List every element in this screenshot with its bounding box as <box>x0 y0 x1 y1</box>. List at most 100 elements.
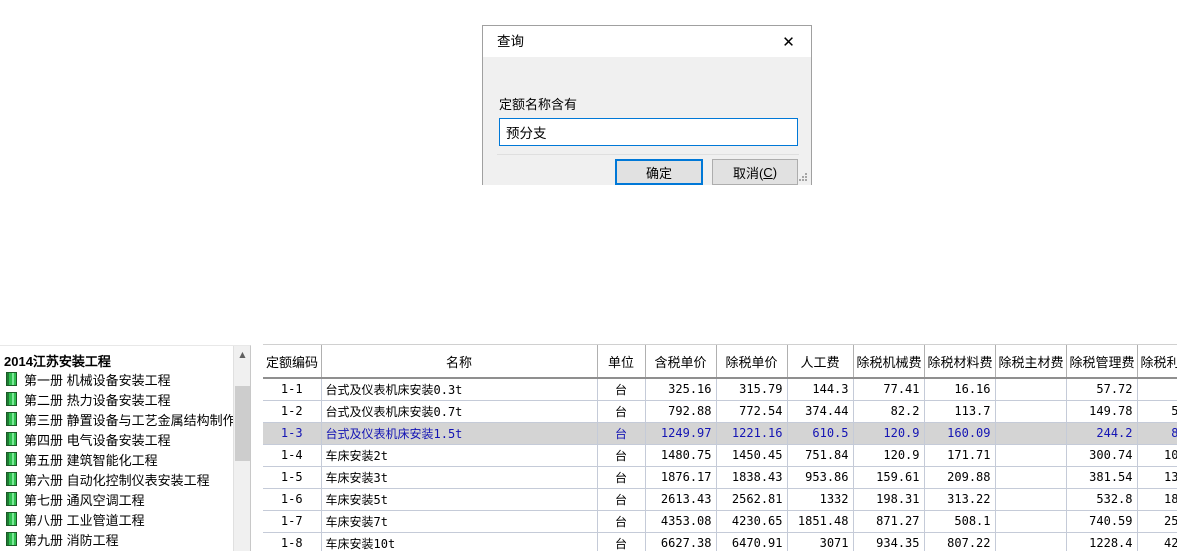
close-icon[interactable]: ✕ <box>766 26 811 57</box>
tree-item-list: 第一册 机械设备安装工程第二册 热力设备安装工程 第三册 静置设备与工艺金属结构制… <box>0 369 250 549</box>
column-header[interactable]: 人工费 <box>787 345 854 379</box>
tree-item-label: 第四册 电气设备安装工程 <box>24 432 171 448</box>
table-cell: 台 <box>597 444 646 467</box>
confirm-button[interactable]: 确定 <box>615 159 703 185</box>
book-icon <box>6 372 17 386</box>
table-cell: 台 <box>597 510 646 533</box>
table-cell: 台 <box>597 532 646 551</box>
tree-item[interactable]: 第六册 自动化控制仪表安装工程 <box>0 469 250 489</box>
column-header[interactable]: 除税单价 <box>716 345 788 379</box>
quota-name-input[interactable] <box>499 118 798 146</box>
dialog-footer: 确定 取消(C) <box>483 155 811 185</box>
resize-grip-icon[interactable] <box>797 171 809 183</box>
table-row[interactable]: 1-6 车床安装5t 台 2613.43 2562.81 1332 198.31 313.22… <box>263 488 1177 511</box>
table-cell: 1876.17 <box>645 466 717 489</box>
table-cell: 313.22 <box>924 488 996 511</box>
book-icon <box>6 452 17 466</box>
table-cell: 车床安装3t <box>321 466 598 489</box>
table-cell: 740.59 <box>1066 510 1138 533</box>
column-header[interactable]: 除税利 <box>1137 345 1177 379</box>
tree-item[interactable]: 第七册 通风空调工程 <box>0 489 250 509</box>
column-header[interactable]: 定额编码 <box>263 345 322 379</box>
table-cell: 6627.38 <box>645 532 717 551</box>
table-cell: 1332 <box>787 488 854 511</box>
table-cell: 1228.4 <box>1066 532 1138 551</box>
table-cell: 532.8 <box>1066 488 1138 511</box>
table-cell: 198.31 <box>853 488 925 511</box>
table-cell: 871.27 <box>853 510 925 533</box>
column-header[interactable]: 除税机械费 <box>853 345 925 379</box>
table-cell: 610.5 <box>787 422 854 445</box>
table-row[interactable]: 1-3 台式及仪表机床安装1.5t 台 1249.97 1221.16 610.5 120.… <box>263 422 1177 445</box>
grip-dot <box>802 176 804 178</box>
quota-table-panel: 定额编码 名称 单位 含税单价 除税单价 人工费 除税机械费 除税材料费 除税主材费 除税管理费除… <box>263 345 1177 551</box>
table-cell: 8 <box>1137 422 1177 445</box>
tree-item[interactable]: 第五册 建筑智能化工程 <box>0 449 250 469</box>
table-cell: 台 <box>597 466 646 489</box>
dialog-titlebar[interactable]: 查询 ✕ <box>483 26 811 58</box>
tree-item-label: 第八册 工业管道工程 <box>24 512 145 528</box>
cancel-button[interactable]: 取消(C) <box>712 159 798 185</box>
tree-item[interactable]: 第三册 静置设备与工艺金属结构制作安装工程 <box>0 409 250 429</box>
table-row[interactable]: 1-4 车床安装2t 台 1480.75 1450.45 751.84 120.9 171.7… <box>263 444 1177 467</box>
column-header[interactable]: 含税单价 <box>645 345 717 379</box>
table-cell: 台 <box>597 400 646 423</box>
table-cell: 1-8 <box>263 532 322 551</box>
table-cell <box>995 510 1067 533</box>
table-cell: 244.2 <box>1066 422 1138 445</box>
table-cell <box>995 400 1067 423</box>
book-icon <box>6 532 17 546</box>
table-cell <box>995 444 1067 467</box>
table-row[interactable]: 1-1 台式及仪表机床安装0.3t 台 325.16 315.79 144.3 77.41 1… <box>263 378 1177 401</box>
table-cell: 2562.81 <box>716 488 788 511</box>
tree-item[interactable]: 第九册 消防工程 <box>0 529 250 549</box>
table-cell <box>1137 378 1177 401</box>
table-cell: 325.16 <box>645 378 717 401</box>
tree-item[interactable]: 第八册 工业管道工程 <box>0 509 250 529</box>
book-icon <box>6 432 17 446</box>
tree-item-label: 第五册 建筑智能化工程 <box>24 452 158 468</box>
table-cell: 77.41 <box>853 378 925 401</box>
table-cell: 1480.75 <box>645 444 717 467</box>
column-header[interactable]: 除税材料费 <box>924 345 996 379</box>
table-cell: 1-3 <box>263 422 322 445</box>
table-cell <box>995 378 1067 401</box>
tree-item[interactable]: 第一册 机械设备安装工程 <box>0 369 250 389</box>
table-cell: 315.79 <box>716 378 788 401</box>
table-row[interactable]: 1-8 车床安装10t 台 6627.38 6470.91 3071 934.35 807.2… <box>263 532 1177 551</box>
table-cell <box>995 422 1067 445</box>
table-cell: 209.88 <box>924 466 996 489</box>
tree-item-label: 第九册 消防工程 <box>24 532 119 548</box>
tree-item[interactable]: 第二册 热力设备安装工程 <box>0 389 250 409</box>
column-header[interactable]: 名称 <box>321 345 598 379</box>
table-cell <box>995 532 1067 551</box>
table-cell: 120.9 <box>853 422 925 445</box>
column-header[interactable]: 除税主材费 <box>995 345 1067 379</box>
table-cell: 4230.65 <box>716 510 788 533</box>
tree-item-label: 第二册 热力设备安装工程 <box>24 392 171 408</box>
table-row[interactable]: 1-2 台式及仪表机床安装0.7t 台 792.88 772.54 374.44 82.2 1… <box>263 400 1177 423</box>
table-cell: 374.44 <box>787 400 854 423</box>
chevron-up-icon[interactable]: ▲ <box>234 346 250 363</box>
table-cell: 1249.97 <box>645 422 717 445</box>
table-cell: 953.86 <box>787 466 854 489</box>
column-header[interactable]: 单位 <box>597 345 646 379</box>
quota-table: 定额编码 名称 单位 含税单价 除税单价 人工费 除税机械费 除税材料费 除税主材费 除税管理费除… <box>263 345 1177 551</box>
book-icon <box>6 472 17 486</box>
table-cell: 台式及仪表机床安装0.3t <box>321 378 598 401</box>
table-cell: 1-1 <box>263 378 322 401</box>
grip-dot <box>805 179 807 181</box>
quota-name-label: 定额名称含有 <box>499 97 578 112</box>
table-row[interactable]: 1-5 车床安装3t 台 1876.17 1838.43 953.86 159.61 209.… <box>263 466 1177 489</box>
book-icon <box>6 392 17 406</box>
table-row[interactable]: 1-7 车床安装7t 台 4353.08 4230.65 1851.48 871.27 508… <box>263 510 1177 533</box>
tree-item-label: 第七册 通风空调工程 <box>24 492 145 508</box>
table-cell: 4353.08 <box>645 510 717 533</box>
sidebar-scrollbar[interactable]: ▲ <box>233 346 250 551</box>
table-cell: 1-6 <box>263 488 322 511</box>
scrollbar-thumb[interactable] <box>235 386 250 461</box>
tree-item[interactable]: 第四册 电气设备安装工程 <box>0 429 250 449</box>
tree-root-label[interactable]: 2014江苏安装工程 <box>4 351 111 370</box>
column-header[interactable]: 除税管理费 <box>1066 345 1138 379</box>
dialog-title: 查询 <box>497 34 524 49</box>
